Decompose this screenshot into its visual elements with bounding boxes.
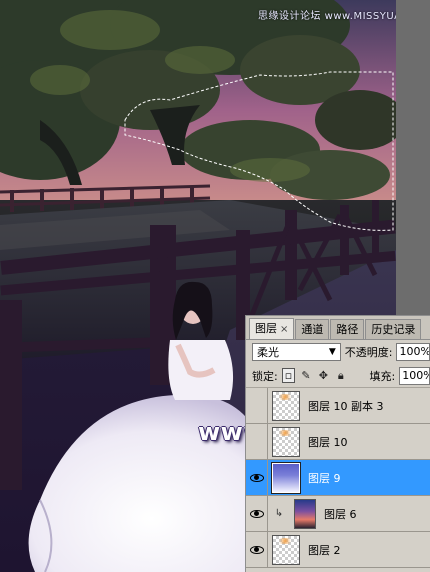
tab-layers[interactable]: 图层 × [249,318,295,339]
watermark-top: 思缘设计论坛 www.MISSYUAN.com [258,11,396,22]
chevron-down-icon: ▼ [328,347,336,357]
visibility-toggle[interactable] [246,424,268,459]
fill-label: 填充: [369,369,396,383]
layer-row-selected[interactable]: 图层 9 [246,460,430,496]
hidden-eye-icon [250,435,264,449]
lock-all-icon[interactable]: 🔒︎ [334,368,347,383]
visibility-toggle[interactable] [246,388,268,423]
visibility-toggle[interactable] [246,496,268,531]
lock-row: 锁定: ▫ ✎ ✥ 🔒︎ 填充: 100% [246,364,430,388]
lock-transparent-pixels-icon[interactable]: ▫ [281,368,296,383]
tab-paths-label: 路径 [336,323,359,336]
opacity-field[interactable]: 100% [396,343,430,361]
eye-icon [249,545,264,554]
layer-thumbnail [271,461,301,494]
blend-mode-select[interactable]: 柔光 ▼ [252,343,341,361]
lock-label: 锁定: [252,369,278,383]
tab-layers-label: 图层 [255,322,277,335]
layer-name: 图层 10 [308,435,348,449]
layer-name: 图层 2 [308,543,341,557]
layer-row[interactable]: 图层 2 [246,532,430,568]
layers-panel: 图层 × 通道 路径 历史记录 柔光 ▼ 不透明度: 100% 锁定: ▫ ✎ ✥… [245,315,430,572]
tab-channels[interactable]: 通道 [295,319,330,339]
layer-name: 图层 10 副本 3 [308,399,384,413]
layer-name: 图层 6 [324,507,357,521]
layer-thumbnail [294,498,316,529]
layer-thumbnail [272,390,300,421]
eye-icon [249,509,264,518]
tab-paths[interactable]: 路径 [330,319,365,339]
layer-thumbnail [272,534,300,565]
eye-icon [249,473,264,482]
close-icon[interactable]: × [280,324,288,335]
layer-thumbnail [272,426,300,457]
tab-history-label: 历史记录 [371,323,416,336]
lock-position-icon[interactable]: ✥ [317,368,330,383]
clipping-mask-icon: ↳ [274,508,284,519]
blend-row: 柔光 ▼ 不透明度: 100% [246,340,430,364]
opacity-label: 不透明度: [344,346,393,359]
tab-history[interactable]: 历史记录 [365,319,422,339]
panel-tabbar: 图层 × 通道 路径 历史记录 [246,316,430,340]
fill-field[interactable]: 100% [399,366,430,385]
layer-row[interactable]: ↳ 图层 6 [246,496,430,532]
tree-canopy [0,0,396,200]
tab-channels-label: 通道 [301,323,324,336]
visibility-toggle[interactable] [246,532,268,567]
layer-row[interactable]: 图层 10 [246,424,430,460]
layer-name: 图层 9 [308,471,341,485]
hidden-eye-icon [250,399,264,413]
layer-row[interactable]: 图层 10 副本 3 [246,388,430,424]
lock-image-pixels-icon[interactable]: ✎ [299,368,312,383]
visibility-toggle[interactable] [246,460,268,495]
workspace-background [396,0,430,315]
blend-mode-value: 柔光 [257,346,279,359]
